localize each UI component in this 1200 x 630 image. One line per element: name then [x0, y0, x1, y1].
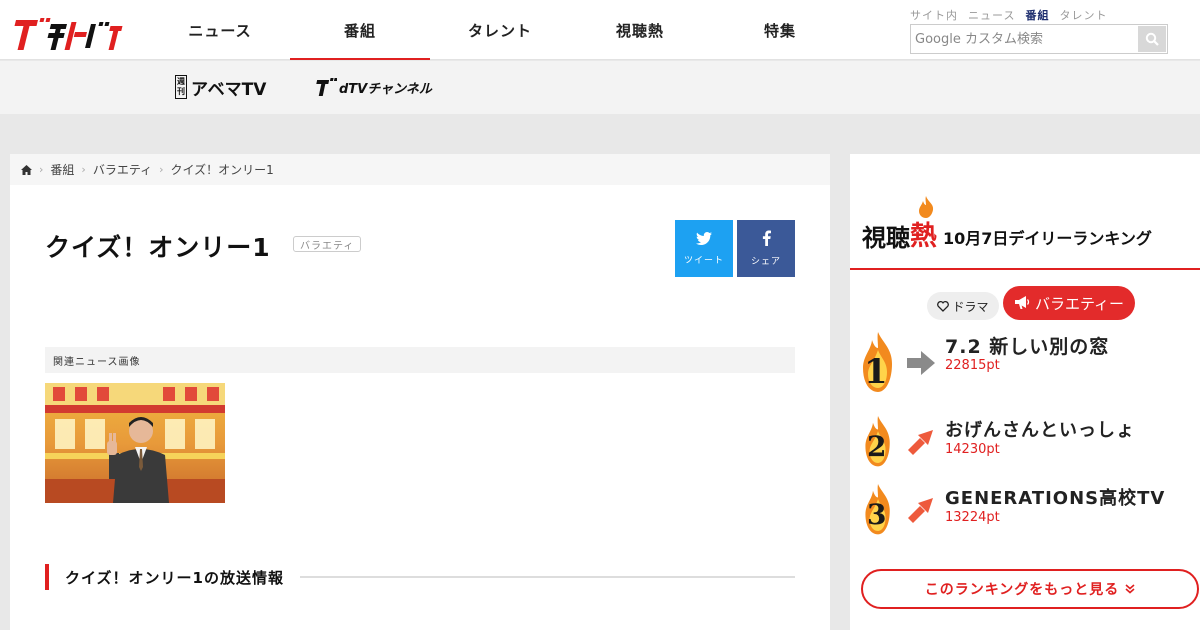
megaphone-icon	[1014, 296, 1030, 309]
rank-points: 14230pt	[945, 442, 1000, 457]
trend-up-arrow-icon	[908, 430, 933, 455]
breadcrumb-programs[interactable]: 番組	[50, 161, 74, 178]
breadcrumb-variety[interactable]: バラエティ	[93, 161, 152, 178]
section-divider	[300, 576, 795, 578]
tweet-label: ツイート	[683, 255, 724, 266]
twitter-bird-icon	[696, 231, 712, 245]
weekly-tag: 週 刊	[175, 75, 187, 99]
trend-flat-arrow-icon	[907, 351, 935, 375]
breadcrumb-separator: ›	[39, 163, 44, 176]
facebook-share-button[interactable]: シェア	[737, 220, 795, 277]
page-title: クイズ！オンリー1	[45, 233, 271, 262]
dtv-channel-link[interactable]: dTVチャンネル	[315, 74, 432, 100]
search-scope-tabs: サイト内 ニュース 番組 タレント	[910, 7, 1107, 23]
tweet-button[interactable]: ツイート	[675, 220, 733, 277]
double-chevron-down-icon	[1125, 584, 1135, 594]
main-nav: ニュース 番組 タレント 視聴熱 特集	[150, 0, 850, 60]
breadcrumb: › 番組 › バラエティ › クイズ！オンリー1	[10, 154, 830, 185]
ranking-tab-variety[interactable]: バラエティー	[1003, 286, 1135, 320]
the-tv-mini-logo-icon	[316, 78, 337, 96]
trend-up-arrow-icon	[908, 498, 933, 523]
broadcast-info-title: クイズ！オンリー1の放送情報	[65, 568, 284, 587]
ranking-heading-heat: 熱	[910, 196, 937, 253]
search-scope-talent[interactable]: タレント	[1059, 7, 1107, 23]
search-box	[910, 24, 1168, 54]
ranking-date: 10月7日デイリーランキング	[943, 229, 1152, 248]
facebook-icon	[762, 230, 771, 246]
viewing-heat-ranking: 視聴 熱 10月7日デイリーランキング ドラマ バラエティー 1 7.2 新しい…	[850, 154, 1200, 630]
program-detail-card: › 番組 › バラエティ › クイズ！オンリー1 クイズ！オンリー1 バラエティ…	[10, 154, 830, 630]
ranking-item[interactable]: 3 GENERATIONS高校TV 13224pt	[850, 484, 1200, 544]
rank-title: おげんさんといっしょ	[945, 420, 1135, 441]
search-scope-site[interactable]: サイト内	[910, 7, 958, 23]
nav-item-news[interactable]: ニュース	[150, 0, 290, 60]
abema-tv-label: アベマTV	[191, 79, 267, 100]
search-button[interactable]	[1138, 26, 1166, 52]
abema-tv-link[interactable]: 週 刊 アベマTV	[175, 74, 266, 100]
search-icon	[1145, 32, 1159, 46]
ranking-item[interactable]: 1 7.2 新しい別の窓 22815pt	[850, 332, 1200, 392]
rank-number: 2	[867, 430, 887, 463]
nav-item-programs[interactable]: 番組	[290, 0, 430, 60]
genre-tag[interactable]: バラエティ	[293, 236, 362, 252]
breadcrumb-separator: ›	[81, 163, 86, 176]
rank-title: GENERATIONS高校TV	[945, 488, 1166, 509]
search-scope-news[interactable]: ニュース	[968, 7, 1015, 23]
rank-points: 22815pt	[945, 358, 1000, 373]
site-header: ニュース 番組 タレント 視聴熱 特集 サイト内 ニュース 番組 タレント	[0, 0, 1200, 60]
nav-item-talent[interactable]: タレント	[430, 0, 570, 60]
home-icon[interactable]	[21, 164, 32, 175]
rank-number: 1	[864, 352, 888, 392]
see-more-ranking-button[interactable]: このランキングをもっと見る	[861, 569, 1199, 609]
share-label: シェア	[750, 257, 781, 267]
related-news-image[interactable]	[45, 383, 225, 503]
rank-points: 13224pt	[945, 510, 1000, 525]
flame-icon	[919, 196, 934, 218]
ranking-item[interactable]: 2 おげんさんといっしょ 14230pt	[850, 416, 1200, 476]
rank-title: 7.2 新しい別の窓	[945, 336, 1110, 358]
broadcast-info-heading: クイズ！オンリー1の放送情報	[45, 564, 795, 590]
ranking-heading-viewing: 視聴	[862, 224, 910, 252]
ranking-divider	[850, 268, 1200, 270]
nav-item-viewing-heat[interactable]: 視聴熱	[570, 0, 710, 60]
site-logo[interactable]	[10, 12, 128, 52]
related-news-images-heading: 関連ニュース画像	[45, 347, 795, 373]
ranking-tab-drama[interactable]: ドラマ	[927, 292, 999, 320]
search-scope-programs[interactable]: 番組	[1025, 7, 1049, 23]
section-accent-bar	[45, 564, 49, 590]
ranking-heading: 視聴 熱 10月7日デイリーランキング	[862, 196, 1152, 253]
nav-item-features[interactable]: 特集	[710, 0, 850, 60]
sub-nav-bar: 週 刊 アベマTV dTVチャンネル	[0, 61, 1200, 114]
breadcrumb-separator: ›	[159, 163, 164, 176]
breadcrumb-current: クイズ！オンリー1	[170, 163, 274, 177]
heart-icon	[937, 300, 950, 312]
rank-number: 3	[867, 498, 887, 531]
search-input[interactable]	[911, 25, 1137, 53]
dtv-channel-label: dTVチャンネル	[339, 81, 432, 97]
